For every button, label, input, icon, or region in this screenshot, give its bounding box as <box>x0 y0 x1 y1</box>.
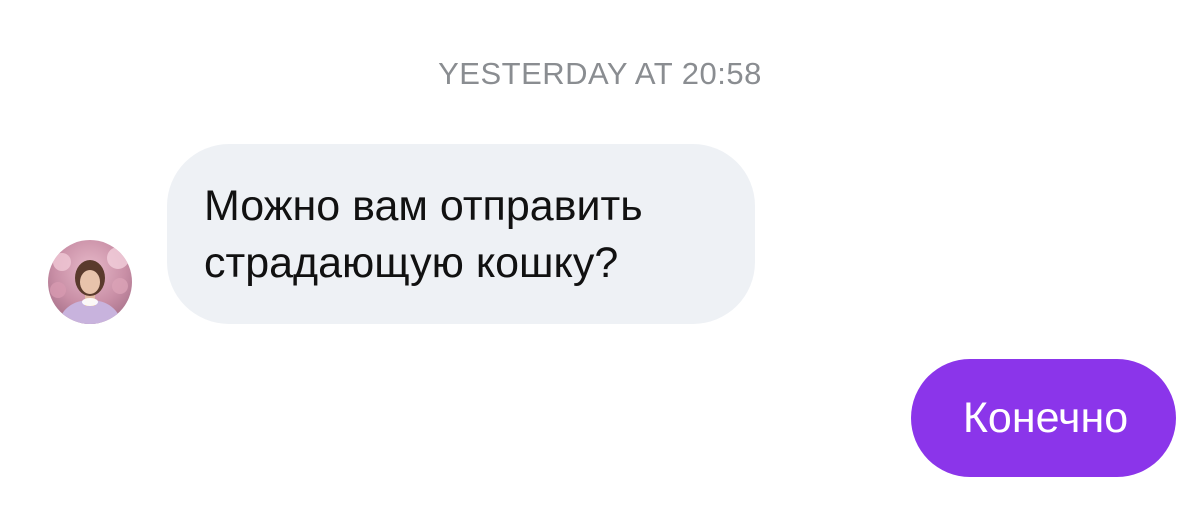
incoming-message-text: Можно вам отправить страдающую кошку? <box>204 182 643 287</box>
incoming-message-bubble[interactable]: Можно вам отправить страдающую кошку? <box>167 144 755 324</box>
outgoing-message-bubble[interactable]: Конечно <box>911 359 1176 477</box>
avatar-photo <box>48 240 132 324</box>
message-timestamp: YESTERDAY AT 20:58 <box>438 56 762 91</box>
outgoing-message-text: Конечно <box>962 394 1129 442</box>
sender-avatar[interactable] <box>48 240 132 324</box>
